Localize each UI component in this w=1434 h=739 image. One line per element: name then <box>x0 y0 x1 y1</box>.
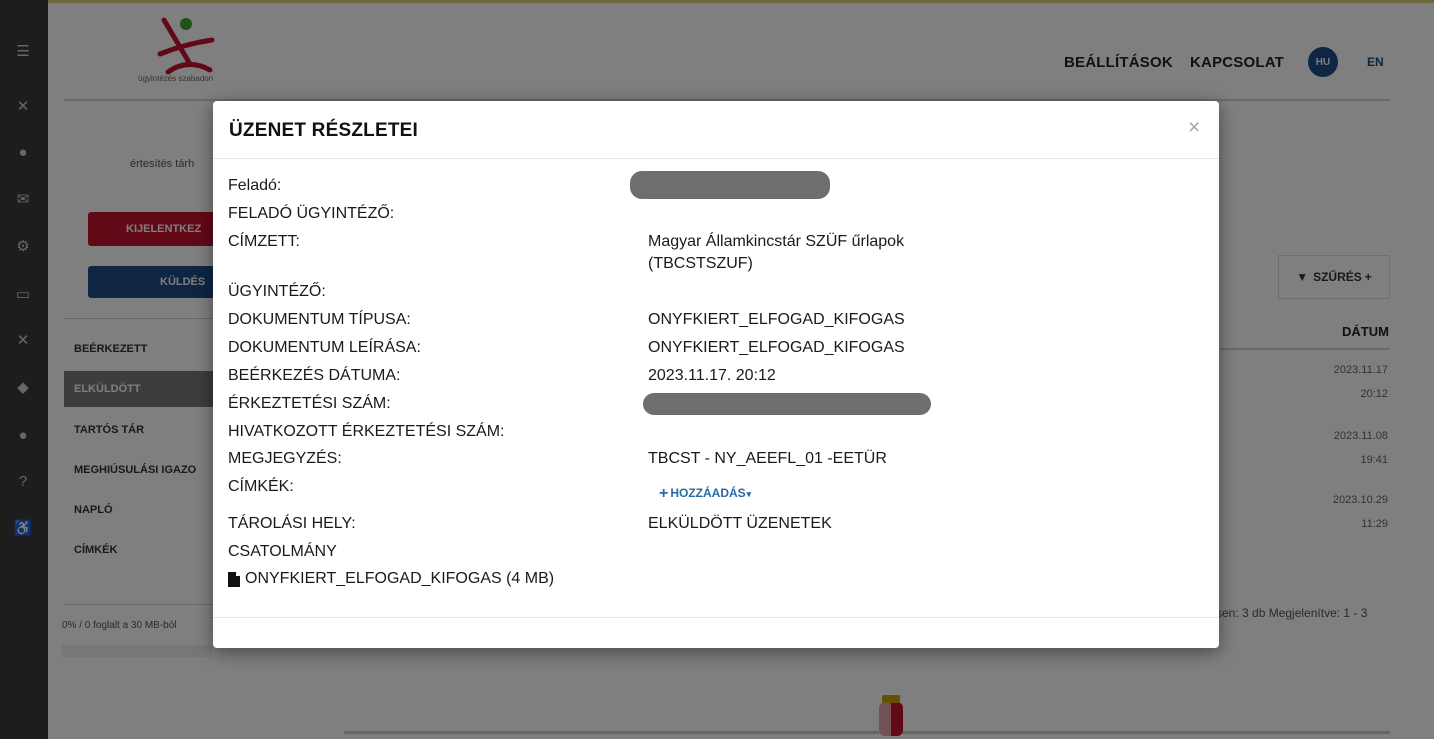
caret-down-icon: ▾ <box>746 489 752 499</box>
sender-label: Feladó: <box>228 177 282 194</box>
referenced-filing-number-label: HIVATKOZOTT ÉRKEZTETÉSI SZÁM: <box>228 423 505 440</box>
recipient-code: (TBCSTSZUF) <box>648 255 753 272</box>
add-label-button[interactable]: + HOZZÁADÁS▾ <box>659 484 751 502</box>
plus-icon: + <box>659 485 669 502</box>
dialog-header: ÜZENET RÉSZLETEI × <box>213 101 1219 159</box>
message-details-dialog: ÜZENET RÉSZLETEI × Feladó: FELADÓ ÜGYINT… <box>213 101 1219 648</box>
recipient-name: Magyar Államkincstár SZÜF űrlapok <box>648 233 905 250</box>
sender-officer-label: FELADÓ ÜGYINTÉZŐ: <box>228 205 395 222</box>
attachment-label: CSATOLMÁNY <box>228 543 337 560</box>
labels-label: CÍMKÉK: <box>228 478 294 495</box>
dialog-title: ÜZENET RÉSZLETEI <box>229 120 418 141</box>
received-date-label: BEÉRKEZÉS DÁTUMA: <box>228 367 401 384</box>
document-description-value: ONYFKIERT_ELFOGAD_KIFOGAS <box>648 339 905 356</box>
redacted-sender <box>630 171 830 199</box>
dialog-footer-divider <box>213 617 1219 618</box>
attachment-link[interactable]: ONYFKIERT_ELFOGAD_KIFOGAS (4 MB) <box>228 570 554 588</box>
attachment-name: ONYFKIERT_ELFOGAD_KIFOGAS (4 MB) <box>245 570 555 587</box>
recipient-value: Magyar Államkincstár SZÜF űrlapok (TBCST… <box>648 231 904 275</box>
storage-location-label: TÁROLÁSI HELY: <box>228 515 356 532</box>
document-description-label: DOKUMENTUM LEÍRÁSA: <box>228 339 421 356</box>
note-label: MEGJEGYZÉS: <box>228 450 342 467</box>
recipient-label: CÍMZETT: <box>228 233 300 250</box>
close-icon[interactable]: × <box>1188 117 1200 139</box>
received-date-value: 2023.11.17. 20:12 <box>648 367 776 384</box>
storage-location-value: ELKÜLDÖTT ÜZENETEK <box>648 515 832 532</box>
officer-label: ÜGYINTÉZŐ: <box>228 283 326 300</box>
filing-number-label: ÉRKEZTETÉSI SZÁM: <box>228 395 391 412</box>
document-type-label: DOKUMENTUM TÍPUSA: <box>228 311 411 328</box>
file-icon <box>228 571 240 587</box>
add-label-text: HOZZÁADÁS <box>670 486 746 500</box>
redacted-filing-number <box>643 393 931 415</box>
document-type-value: ONYFKIERT_ELFOGAD_KIFOGAS <box>648 311 905 328</box>
note-value: TBCST - NY_AEEFL_01 -EETÜR <box>648 450 887 467</box>
